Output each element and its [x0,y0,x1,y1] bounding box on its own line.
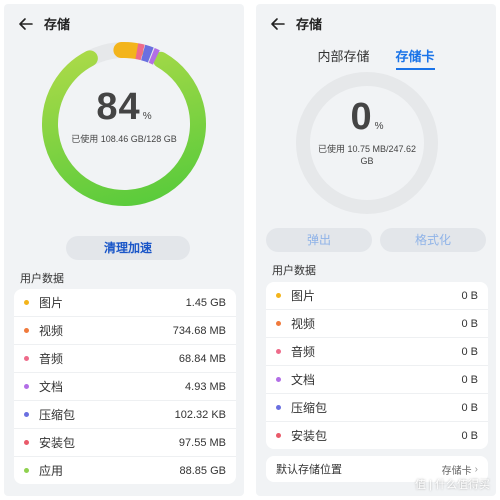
images-dot [24,300,29,305]
storage-ring: 84% 已使用 108.46 GB/128 GB [38,38,210,210]
images-dot [276,293,281,298]
user-data-label: 用户数据 [272,265,316,277]
usage-percent: 84 [96,86,141,128]
default-location-value: 存储卡 [441,465,472,477]
user-data-list: 图片 1.45 GB 视频 734.68 MB 音频 68.84 MB 文档 4.93 … [14,289,236,484]
tab-internal-storage[interactable]: 内部存储 [317,46,369,70]
watermark: 值 | 什么值得买 [415,479,490,491]
packages-dot [276,433,281,438]
clean-boost-button[interactable]: 清理加速 [66,236,190,260]
chevron-right-icon: › [474,463,478,475]
storage-tabs: 内部存储 存储卡 [256,46,496,70]
list-item-videos[interactable]: 视频 0 B [266,310,488,338]
header: 存储 [18,14,70,33]
format-button[interactable]: 格式化 [380,228,486,252]
list-item-images[interactable]: 图片 1.45 GB [14,289,236,317]
archives-dot [276,405,281,410]
list-item-archives[interactable]: 压缩包 102.32 KB [14,401,236,429]
list-item-packages[interactable]: 安装包 0 B [266,422,488,449]
audio-dot [276,349,281,354]
list-item-images[interactable]: 图片 0 B [266,282,488,310]
ring-center: 0% 已使用 10.75 MB/247.62 GB [292,68,442,218]
videos-dot [276,321,281,326]
used-capacity: 已使用 10.75 MB/247.62 GB [317,144,417,166]
header: 存储 [270,14,322,33]
apps-dot [24,468,29,473]
audio-dot [24,356,29,361]
list-item-audio[interactable]: 音频 0 B [266,338,488,366]
videos-dot [24,328,29,333]
list-item-packages[interactable]: 安装包 97.55 MB [14,429,236,457]
page-title: 存储 [296,17,323,32]
storage-ring: 0% 已使用 10.75 MB/247.62 GB [292,68,442,218]
list-item-audio[interactable]: 音频 68.84 MB [14,345,236,373]
packages-dot [24,440,29,445]
eject-button[interactable]: 弹出 [266,228,372,252]
back-arrow-icon[interactable] [18,16,34,32]
tab-storage-card[interactable]: 存储卡 [395,46,435,70]
page-title: 存储 [44,17,71,32]
archives-dot [24,412,29,417]
back-arrow-icon[interactable] [270,16,286,32]
percent-sign: % [374,121,384,132]
user-data-list: 图片 0 B 视频 0 B 音频 0 B 文档 0 B 压缩包 0 B 安装包 0 B [266,282,488,449]
internal-storage-panel: 存储 84% 已使用 108.46 GB/128 GB 清理加速 用户数据 图片… [4,4,244,496]
ring-center: 84% 已使用 108.46 GB/128 GB [38,38,210,210]
user-data-label: 用户数据 [20,273,64,285]
used-capacity: 已使用 108.46 GB/128 GB [71,134,177,144]
usage-percent: 0 [350,96,373,138]
default-location-label: 默认存储位置 [276,464,342,476]
documents-dot [24,384,29,389]
list-item-documents[interactable]: 文档 4.93 MB [14,373,236,401]
list-item-apps[interactable]: 应用 88.85 GB [14,457,236,484]
list-item-documents[interactable]: 文档 0 B [266,366,488,394]
documents-dot [276,377,281,382]
card-actions: 弹出 格式化 [266,228,486,252]
sd-card-storage-panel: 存储 内部存储 存储卡 0% 已使用 10.75 MB/247.62 GB 弹出… [256,4,496,496]
list-item-archives[interactable]: 压缩包 0 B [266,394,488,422]
percent-sign: % [142,111,152,122]
list-item-videos[interactable]: 视频 734.68 MB [14,317,236,345]
